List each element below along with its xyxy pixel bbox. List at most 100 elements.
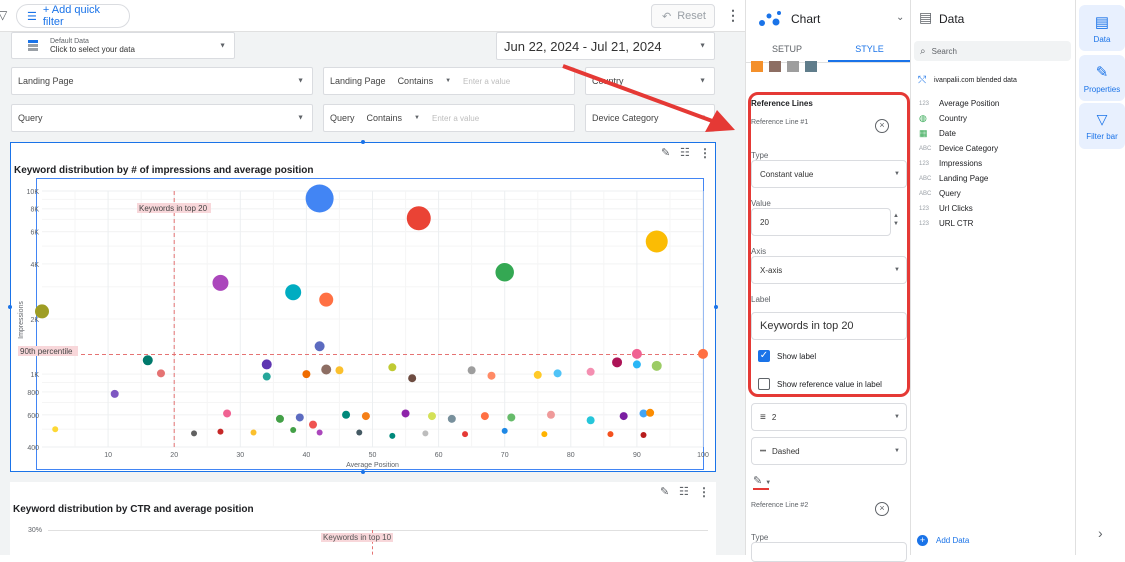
chevron-right-icon[interactable]: › — [1098, 525, 1103, 541]
ref-line-2-title: Reference Line #2 — [751, 502, 809, 509]
edit-icon[interactable]: ✎ — [660, 485, 669, 498]
field-name: URL CTR — [939, 219, 974, 228]
field-name: Url Clicks — [939, 204, 973, 213]
field-item[interactable]: ABC Query — [919, 186, 1069, 201]
field-type-icon: ◍ — [919, 113, 927, 123]
data-point — [640, 432, 647, 439]
report-canvas: ▽ ☰ + Add quick filter ↶ Reset ⋮ Default… — [0, 0, 745, 555]
ref-line-1-title: Reference Line #1 — [751, 119, 809, 126]
show-ref-value-checkbox[interactable] — [758, 378, 770, 390]
data-point — [646, 408, 655, 417]
field-type-icon: 123 — [919, 220, 930, 227]
data-header: Data — [939, 12, 965, 26]
data-point — [632, 360, 641, 369]
field-type-icon: 123 — [919, 160, 930, 167]
data-point — [480, 412, 489, 421]
y-tick-label: 8K — [30, 207, 39, 214]
data-point — [356, 429, 363, 436]
value-input[interactable]: 20 — [751, 208, 891, 236]
dropdown-arrow-icon: ▼ — [765, 480, 772, 486]
data-point — [401, 409, 410, 418]
more-vert-icon[interactable]: ⋮ — [698, 485, 710, 499]
filter-icon: ▽ — [1096, 111, 1108, 127]
rail-filter-bar-button[interactable]: ▽ Filter bar — [1079, 103, 1125, 149]
x-axis-label: Average Position — [346, 462, 399, 469]
field-item[interactable]: 123 Average Position — [919, 96, 1069, 111]
swatch[interactable] — [769, 61, 781, 72]
type-select[interactable] — [751, 542, 907, 562]
stepper-icon[interactable]: ▲ ▼ — [893, 212, 899, 228]
x-tick-label: 30 — [236, 452, 244, 459]
data-point — [607, 431, 614, 438]
tab-style[interactable]: STYLE — [828, 38, 911, 62]
line-weight-select[interactable]: ≡ 2 ▼ — [751, 403, 907, 431]
data-point — [586, 416, 595, 425]
swatch[interactable] — [805, 61, 817, 72]
x-tick-label: 40 — [303, 452, 311, 459]
field-name: Query — [939, 189, 961, 198]
highlight-box — [748, 92, 910, 397]
field-item[interactable]: ABC Device Category — [919, 141, 1069, 156]
add-data-button[interactable]: + Add Data — [917, 535, 969, 546]
field-type-icon: 123 — [919, 100, 930, 107]
gridline — [48, 530, 708, 531]
data-point — [223, 409, 232, 418]
dropdown-arrow-icon: ▼ — [894, 414, 900, 420]
reference-lines-heading: Reference Lines — [751, 99, 813, 108]
field-item[interactable]: 123 URL CTR — [919, 216, 1069, 231]
field-item[interactable]: ▦ Date — [919, 126, 1069, 141]
x-tick-label: 100 — [697, 452, 709, 459]
field-item[interactable]: ◍ Country — [919, 111, 1069, 126]
field-item[interactable]: 123 Impressions — [919, 156, 1069, 171]
chart-type-icon[interactable] — [756, 8, 784, 30]
data-point — [275, 414, 284, 423]
search-icon: ⌕ — [920, 45, 926, 57]
field-list: 123 Average Position ◍ Country ▦ Date ABC Devic… — [919, 96, 1069, 231]
x-tick-label: 60 — [435, 452, 443, 459]
data-source-item[interactable]: ⤲ ivanpalii.com blended data — [918, 75, 1017, 86]
line-style-select[interactable]: ┅ Dashed ▼ — [751, 437, 907, 465]
search-input[interactable]: ⌕ Search — [914, 41, 1071, 61]
remove-ref-line-icon[interactable]: × — [875, 502, 889, 516]
x-tick-label: 90 — [633, 452, 641, 459]
show-label-checkbox[interactable]: ✓ — [758, 350, 770, 362]
x-tick-label: 70 — [501, 452, 509, 459]
field-name: Landing Page — [939, 174, 989, 183]
table-icon: ▤ — [919, 9, 933, 25]
field-item[interactable]: ABC Landing Page — [919, 171, 1069, 186]
swatch[interactable] — [787, 61, 799, 72]
axis-select[interactable]: X-axis ▼ — [751, 256, 907, 284]
tune-icon[interactable]: ☷ — [679, 485, 689, 498]
rail-properties-button[interactable]: ✎ Properties — [1079, 55, 1125, 101]
show-ref-value-text: Show reference value in label — [777, 380, 882, 389]
data-point — [631, 348, 642, 359]
reference-line-label: Keywords in top 20 — [139, 204, 208, 213]
field-item[interactable]: 123 Url Clicks — [919, 201, 1069, 216]
data-point — [427, 412, 436, 421]
type-label: Type — [751, 151, 769, 160]
field-type-icon: 123 — [919, 205, 930, 212]
chevron-down-icon[interactable]: ⌄ — [896, 12, 904, 23]
dropdown-arrow-icon: ▼ — [894, 267, 900, 273]
label-input[interactable]: Keywords in top 20 — [751, 312, 907, 340]
dropdown-arrow-icon: ▼ — [894, 171, 900, 177]
swatch[interactable] — [751, 61, 763, 72]
reference-line-label: Keywords in top 10 — [321, 533, 394, 542]
data-point — [250, 429, 257, 436]
data-point — [110, 389, 119, 398]
data-point — [619, 412, 628, 421]
annotation-arrow — [562, 64, 735, 132]
chart-header: Chart — [791, 12, 821, 26]
scatter-chart-ctr[interactable]: ✎ ☷ ⋮ Keyword distribution by CTR and av… — [10, 482, 716, 555]
chart-title: Keyword distribution by CTR and average … — [13, 504, 254, 515]
line-color-picker[interactable]: ✎ ▼ — [753, 474, 781, 492]
remove-ref-line-icon[interactable]: × — [875, 119, 889, 133]
tab-setup[interactable]: SETUP — [746, 38, 828, 62]
data-panel: ▤ Data ⌕ Search ⤲ ivanpalii.com blended … — [910, 0, 1075, 555]
type-select[interactable]: Constant value ▼ — [751, 160, 907, 188]
rail-data-button[interactable]: ▤ Data — [1079, 5, 1125, 51]
data-point — [316, 429, 323, 436]
field-type-icon: ▦ — [919, 128, 928, 138]
data-point — [586, 367, 595, 376]
y-tick-label: 1K — [30, 372, 39, 379]
